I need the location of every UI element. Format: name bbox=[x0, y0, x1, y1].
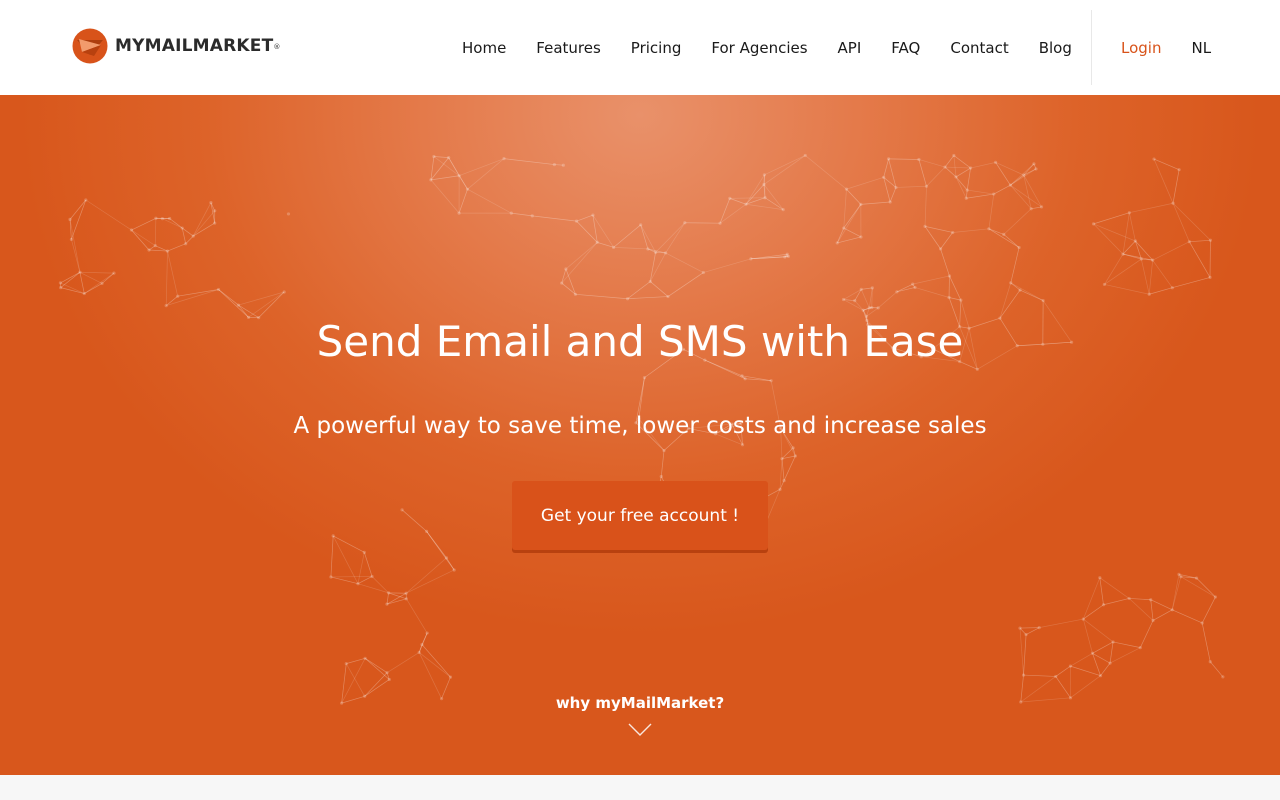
top-navbar: MYMAILMARKET® Home Features Pricing For … bbox=[0, 0, 1280, 95]
chevron-down-icon[interactable] bbox=[628, 723, 652, 737]
login-link[interactable]: Login bbox=[1106, 39, 1176, 57]
envelope-logo-icon bbox=[72, 28, 108, 64]
nav-contact[interactable]: Contact bbox=[935, 39, 1023, 57]
language-switch-nl[interactable]: NL bbox=[1176, 39, 1226, 57]
brand-wordmark: MYMAILMARKET® bbox=[115, 36, 281, 56]
account-nav: Login NL bbox=[1106, 0, 1226, 95]
nav-divider bbox=[1091, 10, 1092, 85]
hero-section: Send Email and SMS with Ease A powerful … bbox=[0, 95, 1280, 775]
nav-for-agencies[interactable]: For Agencies bbox=[696, 39, 822, 57]
nav-pricing[interactable]: Pricing bbox=[616, 39, 697, 57]
brand-logo[interactable]: MYMAILMARKET® bbox=[72, 28, 281, 64]
nav-api[interactable]: API bbox=[823, 39, 877, 57]
nav-features[interactable]: Features bbox=[521, 39, 616, 57]
get-free-account-button[interactable]: Get your free account ! bbox=[512, 481, 768, 550]
why-mymailmarket-link[interactable]: why myMailMarket? bbox=[0, 694, 1280, 712]
hero-title: Send Email and SMS with Ease bbox=[316, 317, 964, 366]
nav-faq[interactable]: FAQ bbox=[876, 39, 935, 57]
main-nav: Home Features Pricing For Agencies API F… bbox=[447, 0, 1087, 95]
hero-subtitle: A powerful way to save time, lower costs… bbox=[293, 413, 987, 439]
next-section-edge bbox=[0, 775, 1280, 800]
nav-home[interactable]: Home bbox=[447, 39, 521, 57]
nav-blog[interactable]: Blog bbox=[1024, 39, 1087, 57]
